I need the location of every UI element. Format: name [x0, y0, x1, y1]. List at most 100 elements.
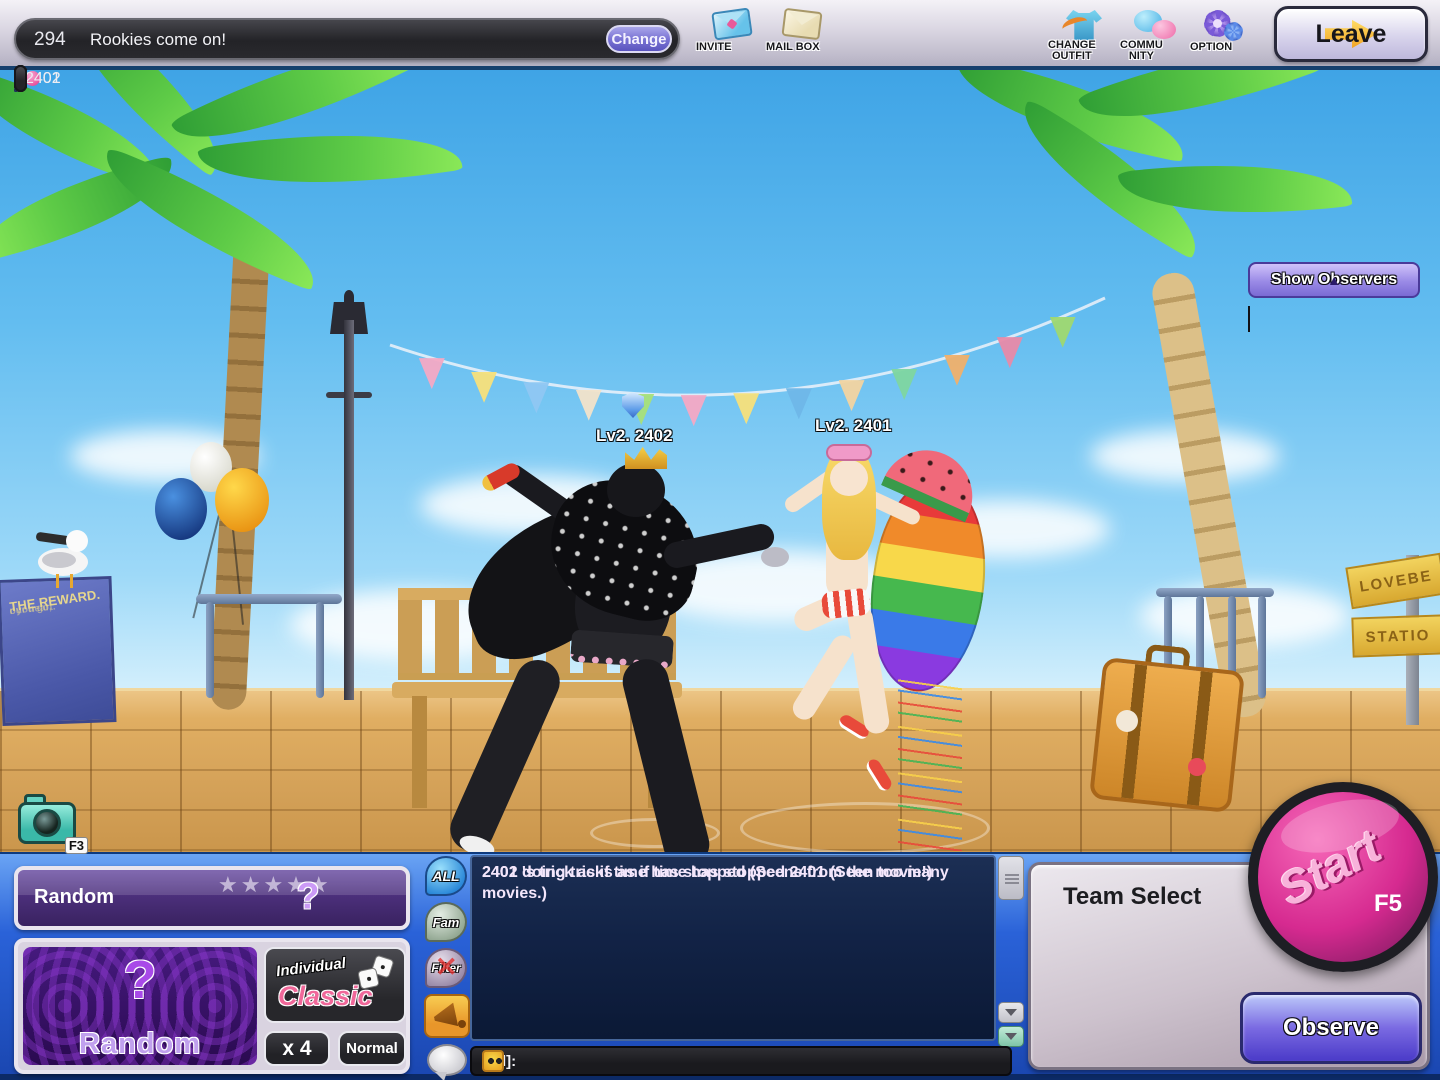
invite-button[interactable]: INVITE — [696, 10, 766, 66]
random-song-mark: ? — [124, 949, 157, 1011]
floor-marking — [590, 818, 720, 848]
multiplier-label: x 4 — [282, 1037, 311, 1061]
team-select-title: Team Select — [1063, 883, 1201, 911]
megaphone-icon — [458, 1020, 466, 1028]
start-button[interactable]: Start F5 — [1248, 782, 1438, 972]
banner-flag — [839, 380, 865, 411]
chat-tab-all-label: ALL — [432, 868, 459, 884]
emote-button[interactable] — [482, 1050, 504, 1072]
dice-icon — [357, 967, 380, 990]
scroll-down-button[interactable] — [998, 1002, 1024, 1023]
chat-log: 2401 's trick as if time has stopped (Sc… — [470, 855, 996, 1041]
change-button-label: Change — [611, 31, 666, 48]
cloud — [640, 550, 910, 622]
mailbox-envelope-icon — [781, 8, 822, 40]
chat-tab-all[interactable]: ALL — [425, 856, 467, 896]
triangle-up-icon: ▲ — [1327, 272, 1341, 288]
chat-bubble-icon[interactable] — [427, 1044, 467, 1076]
scrollbar-thumb[interactable] — [998, 856, 1024, 900]
camera-button[interactable]: F3 — [18, 792, 82, 850]
speed-label: Normal — [346, 1040, 398, 1057]
lamp-post — [344, 320, 354, 700]
leave-label: Leave — [1316, 20, 1387, 49]
crown-icon — [625, 445, 667, 469]
bench — [392, 682, 682, 698]
left-sign: THE REWARD. r you go, our heart. — [0, 576, 117, 726]
balloon-blue — [155, 478, 207, 540]
character-arm — [782, 461, 850, 515]
game-rule-card[interactable]: Individual Classic — [264, 947, 406, 1023]
mode-title: Random — [34, 886, 114, 909]
suitcase-sticker — [1188, 758, 1206, 776]
banner-flag — [471, 372, 497, 403]
right-sign-top: LOVEBE — [1345, 553, 1440, 610]
banner-flag — [1050, 317, 1076, 348]
speech-bubbles-icon — [1152, 20, 1176, 39]
balloon-yellow — [215, 468, 269, 532]
community-label: COMMU NITY — [1120, 40, 1163, 62]
chat-tab-filter[interactable]: Filter — [425, 948, 467, 988]
banner-flag — [786, 388, 812, 419]
floor-marking — [740, 802, 990, 854]
right-sign-bottom: STATIO — [1351, 614, 1440, 657]
banner-flag — [523, 382, 549, 413]
chat-message: 2402 doing tricks as if time has stopped… — [482, 862, 994, 904]
change-outfit-button[interactable]: CHANGE OUTFIT — [1048, 10, 1118, 66]
show-observers-button[interactable]: Show Observers ▲ — [1248, 262, 1420, 298]
room-info-bar: 294 Rookies come on! Change — [14, 18, 680, 60]
change-room-title-button[interactable]: Change — [606, 25, 672, 53]
character-face — [830, 460, 868, 496]
bench — [648, 696, 663, 808]
suitcase-sticker — [1116, 710, 1138, 732]
banner-flag — [733, 393, 759, 424]
banner-flag — [891, 369, 917, 400]
speed-badge[interactable]: Normal — [338, 1031, 406, 1066]
chat-tab-fam[interactable]: Fam — [425, 902, 467, 942]
cloud — [900, 500, 1110, 558]
invite-envelope-icon — [711, 7, 753, 40]
player-name-bar — [14, 65, 27, 92]
mailbox-label: MAIL BOX — [766, 42, 820, 53]
chat-tab-filter-label: Filter — [431, 961, 460, 975]
observe-label: Observe — [1283, 1014, 1379, 1042]
gear-icon — [1224, 22, 1243, 41]
banner-flag — [419, 358, 445, 389]
scroll-down-button[interactable] — [998, 1026, 1024, 1047]
banner-flag — [576, 390, 602, 421]
observer-slot — [1248, 306, 1250, 332]
railing-right — [1156, 588, 1274, 597]
leave-button[interactable]: Leave — [1274, 6, 1428, 62]
lamp-post — [344, 290, 354, 304]
bench — [412, 696, 427, 808]
top-bar: 294 Rookies come on! Change INVITE MAIL … — [0, 0, 1440, 70]
observe-button[interactable]: Observe — [1240, 992, 1422, 1064]
railing-right — [1258, 596, 1266, 698]
banner-flag — [681, 395, 707, 426]
start-label: Start — [1269, 818, 1389, 917]
camera-lens-icon — [33, 809, 61, 837]
seagull — [42, 552, 76, 568]
bikini-top — [827, 529, 866, 547]
chat-tab-fam-label: Fam — [433, 915, 460, 930]
megaphone-button[interactable] — [424, 994, 470, 1038]
option-button[interactable]: OPTION — [1190, 10, 1260, 66]
multiplier-badge[interactable]: x 4 — [264, 1031, 330, 1066]
right-sign-bottom-text: STATIO — [1365, 626, 1430, 645]
chat-input[interactable]: [All]: — [470, 1046, 1012, 1076]
random-song-box[interactable]: ? Random — [23, 947, 257, 1065]
community-button[interactable]: COMMU NITY — [1120, 10, 1190, 66]
character-level-label-left: Lv2. 2402 — [596, 426, 673, 446]
camera-hotkey-label: F3 — [65, 837, 88, 854]
rule-line2: Classic — [278, 981, 373, 1012]
change-outfit-label: CHANGE OUTFIT — [1048, 40, 1096, 62]
character-hair — [822, 446, 876, 560]
room-title: Rookies come on! — [90, 30, 226, 50]
seagull — [56, 574, 59, 588]
mode-panel[interactable]: Random ★★★★★ ★★★★★ ? — [14, 866, 410, 930]
game-room-window: THE REWARD. r you go, our heart. LOVEBE — [0, 0, 1440, 1080]
suitcase — [1089, 657, 1245, 813]
player-slot[interactable] — [14, 88, 18, 92]
seagull — [70, 574, 73, 588]
mailbox-button[interactable]: MAIL BOX — [766, 10, 836, 66]
room-number: 294 — [34, 29, 66, 51]
